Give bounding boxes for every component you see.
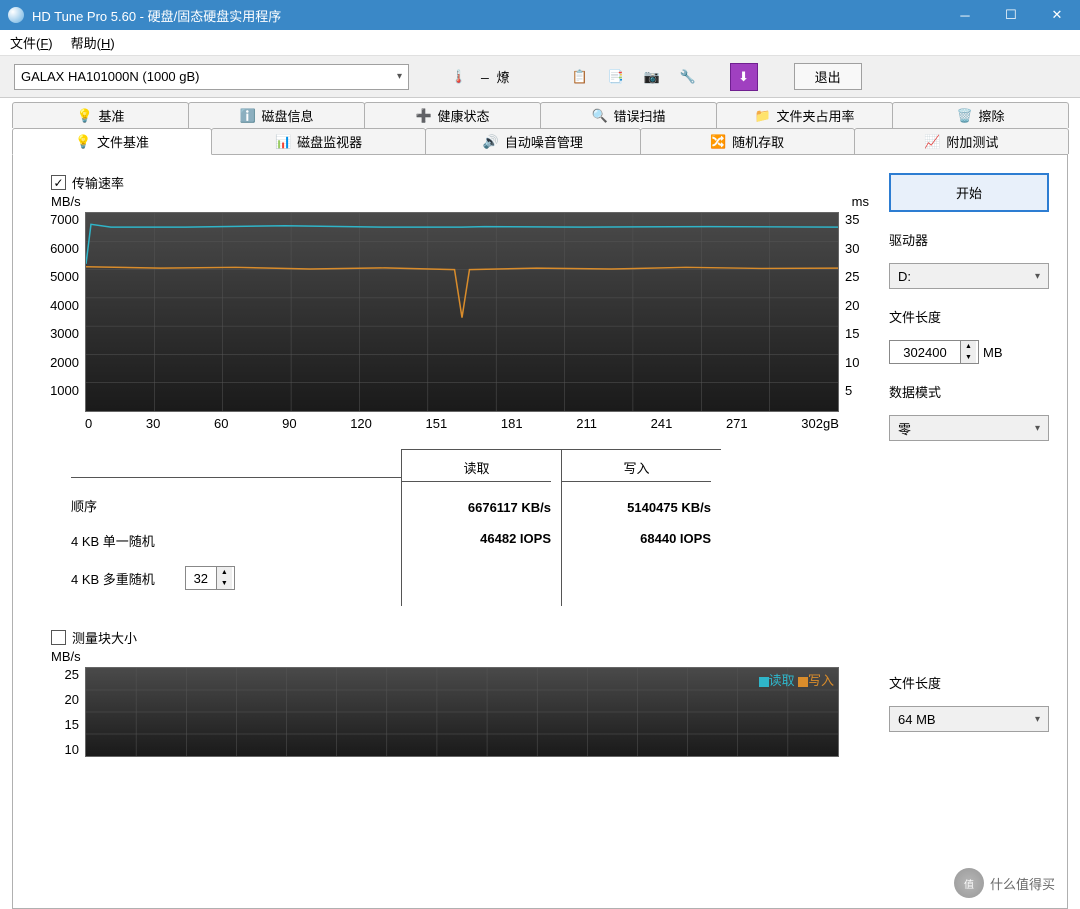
search-icon: 🔍 (591, 108, 607, 124)
block-size-checkbox[interactable] (51, 630, 66, 645)
app-icon (8, 7, 24, 23)
random-icon: 🔀 (710, 134, 726, 150)
plus-icon: ➕ (415, 108, 431, 124)
tab-random[interactable]: 🔀随机存取 (640, 128, 855, 154)
minimize-button[interactable]: ─ (942, 0, 988, 30)
y-ticks-left: 7000600050004000300020001000 (31, 212, 85, 412)
tab-extra[interactable]: 📈附加测试 (854, 128, 1069, 154)
y-axis-left-label: MB/s (51, 194, 81, 209)
results-table: 顺序 4 KB 单一随机 4 KB 多重随机 ▲▼ 读取 6676117 KB/… (71, 449, 869, 606)
spin-down-icon[interactable]: ▼ (217, 578, 232, 589)
spin-up-icon[interactable]: ▲ (961, 341, 976, 352)
file-length-unit: MB (983, 345, 1003, 360)
file-length-label: 文件长度 (889, 307, 1049, 326)
start-button[interactable]: 开始 (889, 173, 1049, 212)
transfer-rate-label: 传输速率 (72, 173, 124, 192)
folder-icon: 📁 (754, 108, 770, 124)
close-button[interactable]: ✕ (1034, 0, 1080, 30)
extra-icon: 📈 (924, 134, 940, 150)
y-ticks-right: 3530252015105 (839, 212, 869, 412)
seq-read-value: 6676117 KB/s (402, 492, 551, 523)
plot-area-2: 读取 写入 (85, 667, 839, 757)
temperature-button[interactable]: 🌡️ (445, 63, 473, 91)
row-4kb-multi: 4 KB 多重随机 ▲▼ (71, 558, 401, 598)
chart-icon: 📊 (275, 134, 291, 150)
drive-select[interactable]: D:▾ (889, 263, 1049, 289)
bulb-icon: 💡 (75, 134, 91, 150)
spin-down-icon[interactable]: ▼ (961, 352, 976, 363)
exit-button[interactable]: 退出 (794, 63, 862, 90)
tabs-row-1: 💡基准 ℹ️磁盘信息 ➕健康状态 🔍错误扫描 📁文件夹占用率 🗑️擦除 (12, 102, 1068, 128)
file-length-spinner[interactable]: ▲▼ (889, 340, 979, 364)
chevron-down-icon: ▾ (397, 71, 402, 82)
col-write-header: 写入 (562, 458, 711, 482)
save-button[interactable]: ⬇ (730, 63, 758, 91)
menu-help[interactable]: 帮助(H) (71, 33, 115, 52)
chevron-down-icon: ▾ (1035, 714, 1040, 725)
tab-folderusage[interactable]: 📁文件夹占用率 (716, 102, 893, 128)
tab-aam[interactable]: 🔊自动噪音管理 (425, 128, 640, 154)
tab-benchmark[interactable]: 💡基准 (12, 102, 189, 128)
data-mode-label: 数据模式 (889, 382, 1049, 401)
chevron-down-icon: ▾ (1035, 423, 1040, 434)
chevron-down-icon: ▾ (1035, 271, 1040, 282)
y-ticks-left-2: 25201510 (31, 667, 85, 757)
4kb-single-write-value: 68440 IOPS (562, 523, 711, 554)
screenshot-button[interactable]: 📷 (638, 63, 666, 91)
x-ticks: 0306090120151181211241271302gB (85, 412, 839, 431)
col-read-header: 读取 (402, 458, 551, 482)
tab-erase[interactable]: 🗑️擦除 (892, 102, 1069, 128)
speaker-icon: 🔊 (483, 134, 499, 150)
transfer-rate-checkbox[interactable] (51, 175, 66, 190)
info-icon: ℹ️ (239, 108, 255, 124)
title-bar: HD Tune Pro 5.60 - 硬盘/固态硬盘实用程序 ─ ☐ ✕ (0, 0, 1080, 30)
tabs-row-2: 💡文件基准 📊磁盘监视器 🔊自动噪音管理 🔀随机存取 📈附加测试 (12, 128, 1068, 154)
copy-text-button[interactable]: 📋 (566, 63, 594, 91)
device-value: GALAX HA101000N (1000 gB) (21, 69, 200, 84)
4kb-single-read-value: 46482 IOPS (402, 523, 551, 554)
block-chart: MB/s 25201510 读取 写入 (31, 653, 869, 757)
queue-depth-spinner[interactable]: ▲▼ (185, 566, 235, 590)
copy-info-button[interactable]: 📑 (602, 63, 630, 91)
row-4kb-single: 4 KB 单一随机 (71, 523, 401, 558)
device-select[interactable]: GALAX HA101000N (1000 gB) ▾ (14, 64, 409, 90)
file-length2-label: 文件长度 (889, 673, 1049, 692)
window-title: HD Tune Pro 5.60 - 硬盘/固态硬盘实用程序 (32, 6, 942, 25)
content-panel: 传输速率 MB/s ms 700060005000400030002000100… (12, 154, 1068, 909)
row-sequential: 顺序 (71, 488, 401, 523)
file-length2-select[interactable]: 64 MB▾ (889, 706, 1049, 732)
bulb-icon: 💡 (76, 108, 92, 124)
transfer-chart: MB/s ms 7000600050004000300020001000 353… (31, 198, 869, 431)
block-size-label: 测量块大小 (72, 628, 137, 647)
tab-diskmon[interactable]: 📊磁盘监视器 (211, 128, 426, 154)
maximize-button[interactable]: ☐ (988, 0, 1034, 30)
watermark-icon: 值 (954, 868, 984, 898)
tab-health[interactable]: ➕健康状态 (364, 102, 541, 128)
menu-file[interactable]: 文件(F) (10, 33, 53, 52)
plot-area (85, 212, 839, 412)
tab-diskinfo[interactable]: ℹ️磁盘信息 (188, 102, 365, 128)
menu-bar: 文件(F) 帮助(H) (0, 30, 1080, 56)
drive-label: 驱动器 (889, 230, 1049, 249)
toolbar: GALAX HA101000N (1000 gB) ▾ 🌡️ — 燎 📋 📑 📷… (0, 56, 1080, 98)
spin-up-icon[interactable]: ▲ (217, 567, 232, 578)
y-axis-left-label-2: MB/s (51, 649, 81, 664)
watermark: 值 什么值得买 (954, 868, 1055, 898)
y-axis-right-label: ms (852, 194, 869, 209)
tab-errorscan[interactable]: 🔍错误扫描 (540, 102, 717, 128)
tab-filebench[interactable]: 💡文件基准 (12, 128, 212, 155)
trash-icon: 🗑️ (956, 108, 972, 124)
data-mode-select[interactable]: 零▾ (889, 415, 1049, 441)
chart-legend: 读取 写入 (759, 670, 834, 689)
seq-write-value: 5140475 KB/s (562, 492, 711, 523)
options-button[interactable]: 🔧 (674, 63, 702, 91)
